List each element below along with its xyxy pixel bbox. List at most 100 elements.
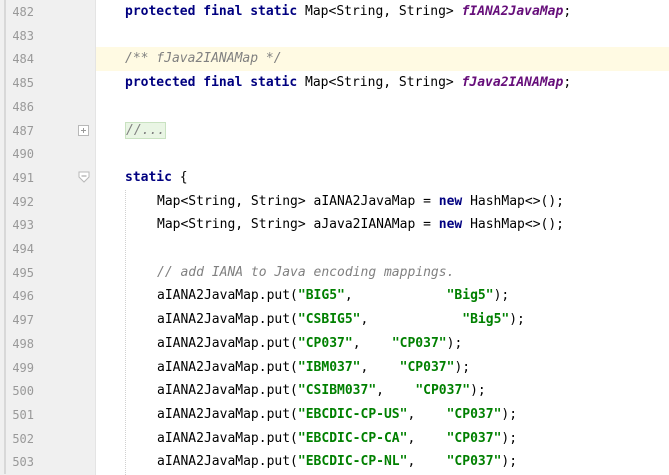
gutter-marker	[4, 142, 6, 167]
code-line[interactable]: 484/** fJava2IANAMap */	[0, 47, 669, 72]
code-line-content[interactable]: Map<String, String> aIANA2JavaMap = new …	[96, 190, 669, 214]
code-token: aIANA2JavaMap.put(	[157, 383, 298, 399]
code-line[interactable]: 485 protected final static Map<String, St…	[0, 71, 669, 96]
gutter-marker	[4, 213, 6, 238]
code-token: Map<String, String>	[297, 4, 462, 19]
gutter-marker	[4, 284, 6, 309]
code-line[interactable]: 491 static {	[0, 165, 669, 190]
code-line[interactable]: 483	[0, 23, 669, 48]
code-line-content[interactable]: /** fJava2IANAMap */	[96, 47, 669, 72]
gutter-marker	[4, 237, 6, 261]
code-token: "IBM037"	[297, 359, 361, 375]
code-line-content[interactable]: // add IANA to Java encoding mappings.	[96, 261, 669, 285]
code-token: ,	[376, 383, 416, 399]
gutter-marker	[4, 0, 6, 24]
code-line[interactable]: 482 protected final static Map<String, St…	[0, 0, 669, 24]
code-token: fJava2IANAMap	[461, 75, 564, 91]
gutter-marker	[4, 118, 6, 143]
indent-guide	[125, 189, 126, 475]
code-token: "CP037"	[446, 406, 502, 422]
code-token: "CP037"	[415, 383, 471, 399]
code-line[interactable]: 495// add IANA to Java encoding mappings…	[0, 260, 669, 285]
code-line-content[interactable]: aIANA2JavaMap.put("CP037", "CP037");	[96, 332, 669, 356]
code-line-content[interactable]: aIANA2JavaMap.put("EBCDIC-CP-CA", "CP037…	[96, 427, 669, 451]
code-token: );	[501, 454, 518, 470]
code-token: ,	[407, 430, 447, 446]
code-line-content[interactable]: aIANA2JavaMap.put("CSIBM037", "CP037");	[96, 379, 669, 403]
code-line-content[interactable]: protected final static Map<String, Strin…	[96, 71, 669, 95]
code-token: "Big5"	[462, 312, 510, 328]
code-token: );	[509, 312, 525, 328]
code-token: ,	[407, 454, 447, 470]
code-line[interactable]: 490	[0, 142, 669, 167]
code-line[interactable]: 494	[0, 237, 669, 261]
code-token: "EBCDIC-CP-CA"	[297, 430, 408, 446]
code-line-content[interactable]	[96, 142, 669, 166]
code-line[interactable]: 499 aIANA2JavaMap.put("IBM037", "CP037");	[0, 355, 669, 380]
fold-collapse-icon[interactable]	[78, 171, 90, 183]
code-line[interactable]: 502 aIANA2JavaMap.put("EBCDIC-CP-CA", "CP…	[0, 426, 669, 451]
code-line[interactable]: 498 aIANA2JavaMap.put("CP037", "CP037");	[0, 331, 669, 356]
code-token: new	[438, 193, 463, 209]
code-token: aIANA2JavaMap.put(	[157, 430, 298, 446]
gutter-marker	[4, 355, 6, 380]
code-token: ,	[344, 288, 447, 304]
gutter-marker	[4, 165, 6, 190]
code-line-content[interactable]: aIANA2JavaMap.put("EBCDIC-CP-NL", "CP037…	[96, 450, 669, 474]
gutter-marker	[4, 23, 6, 48]
code-token: "CSBIG5"	[297, 312, 361, 328]
fold-expand-icon[interactable]	[78, 124, 89, 136]
code-line[interactable]: 493 Map<String, String> aJava2IANAMap = n…	[0, 213, 669, 238]
code-line-content[interactable]: aIANA2JavaMap.put("CSBIG5", "Big5");	[96, 308, 669, 332]
code-token: ;	[563, 75, 572, 91]
code-line-content[interactable]: Map<String, String> aJava2IANAMap = new …	[96, 213, 669, 237]
code-line-content[interactable]: aIANA2JavaMap.put("IBM037", "CP037");	[96, 356, 669, 380]
code-line[interactable]: 486	[0, 94, 669, 119]
code-token: Map<String, String>	[297, 75, 462, 91]
code-line-content[interactable]	[96, 237, 669, 261]
code-token: );	[493, 288, 510, 304]
code-line[interactable]: 501 aIANA2JavaMap.put("EBCDIC-CP-US", "CP…	[0, 402, 669, 427]
code-line-content[interactable]: //...	[96, 119, 669, 143]
gutter-marker	[4, 308, 6, 333]
gutter-marker	[4, 450, 6, 475]
code-token: static	[125, 169, 172, 185]
code-line-content[interactable]: aIANA2JavaMap.put("BIG5", "Big5");	[96, 284, 669, 308]
code-line[interactable]: 497 aIANA2JavaMap.put("CSBIG5", "Big5");	[0, 308, 669, 333]
code-token: ;	[563, 4, 572, 19]
code-token: fIANA2JavaMap	[461, 4, 564, 19]
code-line[interactable]: 492 Map<String, String> aIANA2JavaMap = n…	[0, 189, 669, 214]
code-line-content[interactable]: static {	[96, 166, 669, 190]
code-token: // add IANA to Java encoding mappings.	[157, 264, 455, 280]
code-line-content[interactable]	[96, 95, 669, 119]
code-token: );	[501, 430, 518, 446]
code-token: aIANA2JavaMap.put(	[157, 359, 298, 375]
code-token: {	[171, 169, 188, 185]
code-line-content[interactable]: aIANA2JavaMap.put("EBCDIC-CP-US", "CP037…	[96, 403, 669, 427]
code-line[interactable]: 500 aIANA2JavaMap.put("CSIBM037", "CP037"…	[0, 379, 669, 404]
code-editor[interactable]: 482 protected final static Map<String, St…	[0, 0, 669, 475]
code-token: "CP037"	[446, 454, 502, 470]
gutter-marker	[4, 94, 6, 119]
code-line-content[interactable]	[96, 24, 669, 48]
code-token: aIANA2JavaMap.put(	[157, 406, 298, 422]
code-token: Map<String, String> aIANA2JavaMap =	[157, 193, 439, 209]
gutter-marker	[4, 426, 6, 451]
code-token: );	[454, 359, 471, 375]
code-line-content[interactable]: protected final static Map<String, Strin…	[96, 0, 669, 24]
code-token: "CP037"	[399, 359, 455, 375]
code-token: /** fJava2IANAMap */	[125, 51, 282, 67]
code-line[interactable]: 487//...	[0, 118, 669, 143]
gutter-marker	[4, 189, 6, 214]
code-token: //...	[125, 121, 167, 139]
code-token: aIANA2JavaMap.put(	[157, 454, 298, 470]
code-line[interactable]: 503 aIANA2JavaMap.put("EBCDIC-CP-NL", "CP…	[0, 450, 669, 475]
code-token: );	[470, 383, 486, 399]
code-token: );	[446, 335, 463, 351]
gutter-marker	[4, 402, 6, 427]
code-token: "CSIBM037"	[297, 383, 377, 399]
code-token: ,	[352, 335, 392, 351]
code-token: protected final static	[125, 4, 298, 19]
code-line[interactable]: 496 aIANA2JavaMap.put("BIG5", "Big5");	[0, 284, 669, 309]
code-token: aIANA2JavaMap.put(	[157, 335, 298, 351]
